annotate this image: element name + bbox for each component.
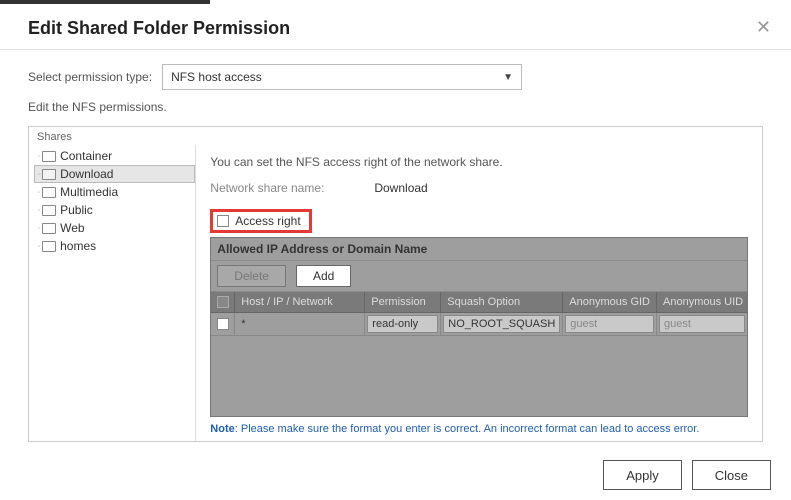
folder-icon (42, 241, 56, 252)
tree-connector-icon: ‧‧ (37, 242, 40, 251)
shares-panel-label: Shares (29, 127, 762, 145)
row-host-value: * (237, 318, 249, 330)
folder-icon (42, 169, 56, 180)
row-permission-value: read-only (367, 315, 438, 333)
folder-icon (42, 151, 56, 162)
folder-icon (42, 187, 56, 198)
tree-item-container[interactable]: ‧‧ Container (35, 147, 195, 165)
row-agid-value: guest (565, 315, 654, 333)
chevron-down-icon: ▼ (503, 72, 513, 83)
access-right-highlight: Access right (210, 209, 311, 233)
row-auid-value: guest (659, 315, 745, 333)
tree-item-label: Download (60, 167, 113, 181)
tree-item-label: Multimedia (60, 185, 118, 199)
network-share-name-value: Download (374, 181, 427, 195)
permission-type-dropdown[interactable]: NFS host access ▼ (162, 64, 522, 90)
note-text: Note: Please make sure the format you en… (210, 417, 748, 435)
col-header-anonymous-uid[interactable]: Anonymous UID (657, 292, 747, 312)
close-button[interactable]: Close (692, 460, 771, 490)
tree-connector-icon: ‧‧ (37, 170, 40, 179)
tree-item-web[interactable]: ‧‧ Web (35, 219, 195, 237)
row-checkbox[interactable] (217, 318, 229, 330)
select-all-checkbox[interactable] (217, 296, 229, 308)
dialog: Edit Shared Folder Permission ✕ Select p… (0, 0, 791, 500)
col-header-permission[interactable]: Permission (365, 292, 441, 312)
grid-column-headers: Host / IP / Network Permission Squash Op… (211, 292, 747, 313)
note-body: : Please make sure the format you enter … (235, 423, 700, 435)
permission-subtext: Edit the NFS permissions. (28, 100, 763, 114)
permission-type-row: Select permission type: NFS host access … (28, 64, 763, 90)
tree-item-download[interactable]: ‧‧ Download (34, 165, 195, 183)
grid-toolbar: Delete Add (211, 261, 747, 292)
access-right-label: Access right (235, 214, 300, 228)
network-share-name-row: Network share name: Download (210, 181, 748, 195)
row-auid-cell[interactable]: guest (657, 313, 747, 335)
right-pane: You can set the NFS access right of the … (196, 145, 762, 441)
footer: Apply Close (603, 460, 771, 490)
tree-item-multimedia[interactable]: ‧‧ Multimedia (35, 183, 195, 201)
grid-title: Allowed IP Address or Domain Name (211, 238, 747, 261)
tree-item-public[interactable]: ‧‧ Public (35, 201, 195, 219)
shares-tree: ‧‧ Container ‧‧ Download ‧‧ Multimedia (29, 145, 196, 441)
apply-button[interactable]: Apply (603, 460, 682, 490)
right-pane-intro: You can set the NFS access right of the … (210, 155, 748, 169)
row-squash-value: NO_ROOT_SQUASH (443, 315, 560, 333)
row-squash-cell[interactable]: NO_ROOT_SQUASH (441, 313, 563, 335)
shares-body: ‧‧ Container ‧‧ Download ‧‧ Multimedia (29, 145, 762, 441)
folder-icon (42, 223, 56, 234)
network-share-name-label: Network share name: (210, 181, 324, 195)
tree-connector-icon: ‧‧ (37, 224, 40, 233)
col-header-host[interactable]: Host / IP / Network (235, 292, 365, 312)
col-header-checkbox (211, 292, 235, 312)
close-icon[interactable]: ✕ (756, 18, 771, 36)
row-checkbox-cell (211, 313, 235, 335)
dialog-title: Edit Shared Folder Permission (28, 18, 290, 39)
folder-icon (42, 205, 56, 216)
tree-item-homes[interactable]: ‧‧ homes (35, 237, 195, 255)
row-host-cell[interactable]: * (235, 313, 365, 335)
tree-connector-icon: ‧‧ (37, 188, 40, 197)
shares-panel: Shares ‧‧ Container ‧‧ Download ‧‧ (28, 126, 763, 442)
permission-type-value: NFS host access (171, 70, 262, 84)
access-right-checkbox[interactable] (217, 215, 229, 227)
row-agid-cell[interactable]: guest (563, 313, 657, 335)
tree-item-label: homes (60, 239, 96, 253)
permission-type-label: Select permission type: (28, 70, 152, 84)
grid-empty-area (211, 336, 747, 416)
col-header-anonymous-gid[interactable]: Anonymous GID (563, 292, 657, 312)
row-permission-cell[interactable]: read-only (365, 313, 441, 335)
col-header-squash[interactable]: Squash Option (441, 292, 563, 312)
content: Select permission type: NFS host access … (0, 50, 791, 452)
note-prefix: Note (210, 423, 234, 435)
table-row[interactable]: * read-only NO_ROOT_SQUASH guest (211, 313, 747, 336)
tree-connector-icon: ‧‧ (37, 152, 40, 161)
add-button[interactable]: Add (296, 265, 351, 287)
tree-item-label: Web (60, 221, 84, 235)
allowed-ip-grid: Allowed IP Address or Domain Name Delete… (210, 237, 748, 417)
title-row: Edit Shared Folder Permission ✕ (0, 4, 791, 49)
tree-connector-icon: ‧‧ (37, 206, 40, 215)
tree-item-label: Container (60, 149, 112, 163)
tree-item-label: Public (60, 203, 93, 217)
delete-button[interactable]: Delete (217, 265, 286, 287)
